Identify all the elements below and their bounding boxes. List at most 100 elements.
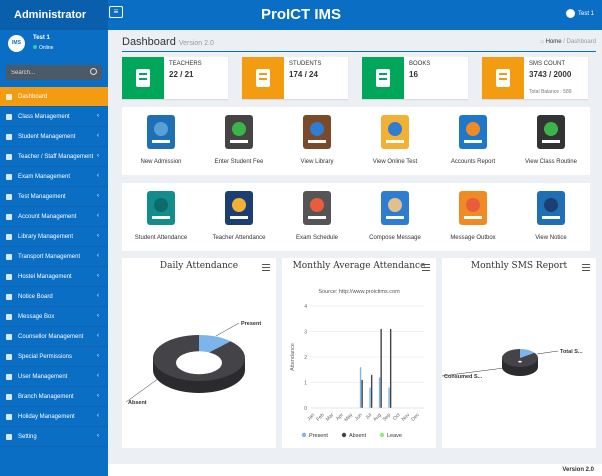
daily-attendance-chart: Daily Attendance Present Absent (122, 258, 276, 448)
sidebar-item-transport-management[interactable]: Transport Management ‹ (0, 247, 108, 267)
legend-marker-leave[interactable] (379, 432, 385, 438)
breadcrumb-home[interactable]: Home (546, 39, 562, 45)
bar-absent-jun[interactable] (361, 379, 363, 408)
tile-student-attendance[interactable]: Student Attendance (122, 183, 200, 251)
dashboard-icon (6, 93, 12, 100)
info-box-students[interactable]: STUDENTS 174 / 24 (242, 57, 348, 99)
donut-hole (518, 360, 522, 363)
chart-menu-icon[interactable] (422, 264, 430, 271)
info-box-sms-count[interactable]: SMS COUNT 3743 / 2000 Total Balance : 589 (482, 57, 588, 99)
sidebar-item-account-management[interactable]: Account Management ‹ (0, 207, 108, 227)
pie-label-absent: Absent (128, 400, 147, 406)
page-version: Version 2.0 (178, 40, 214, 47)
chevron-left-icon: ‹ (97, 133, 99, 139)
tile-view-online-test[interactable]: View Online Test (356, 107, 434, 175)
sidebar-item-holiday-management[interactable]: Holiday Management ‹ (0, 407, 108, 427)
pie-label-consumed-s: Consumed S... (444, 374, 483, 380)
sidebar-item-user-management[interactable]: User Management ‹ (0, 367, 108, 387)
legend-marker-present[interactable] (301, 432, 307, 438)
sidebar-item-student-management[interactable]: Student Management ‹ (0, 127, 108, 147)
bar-present-jun[interactable] (359, 367, 362, 408)
new-admission-icon (147, 115, 175, 149)
breadcrumb-current: Dashboard (566, 39, 596, 45)
pie-label-total-s: Total S... (560, 349, 583, 355)
sidebar-item-message-box[interactable]: Message Box ‹ (0, 307, 108, 327)
bar-absent-sep[interactable] (389, 328, 392, 408)
message-outbox-icon (459, 191, 487, 225)
student-attendance-icon (147, 191, 175, 225)
bar-present-sep[interactable] (388, 387, 390, 408)
chart-title: Monthly Average Attendance (292, 261, 426, 271)
bar-absent-aug[interactable] (380, 328, 382, 408)
quick-links-row-1: New Admission Enter Student Fee View Libra… (122, 107, 590, 175)
legend-marker-absent[interactable] (341, 432, 347, 438)
class-management-icon (6, 113, 12, 120)
compose-message-icon (381, 191, 409, 225)
y-tick-label: 3 (304, 330, 307, 336)
sidebar-item-hostel-management[interactable]: Hostel Management ‹ (0, 267, 108, 287)
bar-present-aug[interactable] (378, 377, 381, 408)
sidebar-item-dashboard[interactable]: Dashboard (0, 87, 108, 107)
bar-absent-jul[interactable] (370, 374, 373, 408)
search-icon[interactable] (90, 68, 97, 75)
student-management-icon (6, 133, 12, 140)
online-dot-icon (33, 45, 37, 49)
menu-toggle-icon[interactable]: ≡ (109, 6, 123, 18)
info-box-value: 3743 / 2000 (529, 70, 572, 79)
sidebar-menu: Dashboard Class Management ‹ Student Manage… (0, 87, 108, 447)
chevron-left-icon: ‹ (97, 213, 99, 219)
tile-label: Compose Message (369, 235, 421, 241)
special-permissions-icon (6, 353, 12, 360)
search-input[interactable] (6, 65, 90, 80)
page-title: Dashboard (122, 36, 176, 48)
tile-enter-student-fee[interactable]: Enter Student Fee (200, 107, 278, 175)
donut-hole (176, 351, 222, 375)
chevron-left-icon: ‹ (97, 253, 99, 259)
x-tick-label: Jun (354, 412, 364, 422)
info-box-value: 174 / 24 (289, 70, 318, 79)
tile-compose-message[interactable]: Compose Message (356, 183, 434, 251)
chevron-left-icon: ‹ (97, 333, 99, 339)
info-box-books[interactable]: BOOKS 16 (362, 57, 468, 99)
sidebar-item-counsellor-management[interactable]: Counsellor Management ‹ (0, 327, 108, 347)
hostel-management-icon (6, 273, 12, 280)
sidebar-item-label: Branch Management (18, 393, 74, 400)
sidebar-item-teacher-staff-management[interactable]: Teacher / Staff Management ‹ (0, 147, 108, 167)
quick-links-row-2: Student Attendance Teacher Attendance Exam… (122, 183, 590, 251)
tile-new-admission[interactable]: New Admission (122, 107, 200, 175)
page-header: Dashboard Version 2.0 ⌂ Home / Dashboard (122, 36, 596, 52)
sidebar-user-name: Test 1 (33, 35, 50, 41)
sidebar-item-setting[interactable]: Setting ‹ (0, 427, 108, 447)
sidebar-item-test-management[interactable]: Test Management ‹ (0, 187, 108, 207)
tile-view-notice[interactable]: View Notice (512, 183, 590, 251)
legend-label-present[interactable]: Present (309, 433, 328, 439)
user-menu[interactable]: Test 1 (565, 9, 594, 18)
tile-view-class-routine[interactable]: View Class Routine (512, 107, 590, 175)
avatar: IMS (8, 35, 25, 52)
exam-management-icon (6, 173, 12, 180)
sidebar-item-class-management[interactable]: Class Management ‹ (0, 107, 108, 127)
tile-teacher-attendance[interactable]: Teacher Attendance (200, 183, 278, 251)
tile-view-library[interactable]: View Library (278, 107, 356, 175)
brand-title[interactable]: Administrator (0, 0, 108, 30)
sidebar-item-library-management[interactable]: Library Management ‹ (0, 227, 108, 247)
legend-label-leave[interactable]: Leave (387, 433, 402, 439)
x-tick-label: Mar (325, 412, 336, 423)
tile-accounts-report[interactable]: Accounts Report (434, 107, 512, 175)
sidebar-item-exam-management[interactable]: Exam Management ‹ (0, 167, 108, 187)
sidebar-item-branch-management[interactable]: Branch Management ‹ (0, 387, 108, 407)
tile-exam-schedule[interactable]: Exam Schedule (278, 183, 356, 251)
monthly-attendance-svg: Source: http://www.proictims.com 0 1 2 3 4 Att… (290, 289, 424, 439)
sidebar-item-special-permissions[interactable]: Special Permissions ‹ (0, 347, 108, 367)
sidebar-item-notice-board[interactable]: Notice Board ‹ (0, 287, 108, 307)
top-bar: Administrator ≡ ProICT IMS Test 1 (0, 0, 602, 30)
y-tick-label: 2 (304, 355, 307, 361)
legend-label-absent[interactable]: Absent (349, 433, 367, 439)
chart-menu-icon[interactable] (262, 264, 270, 271)
chart-menu-icon[interactable] (582, 264, 590, 271)
chevron-left-icon: ‹ (97, 293, 99, 299)
sidebar-item-label: Exam Management (18, 173, 71, 180)
info-box-teachers[interactable]: TEACHERS 22 / 21 (122, 57, 228, 99)
tile-message-outbox[interactable]: Message Outbox (434, 183, 512, 251)
bar-present-jul[interactable] (369, 387, 371, 408)
